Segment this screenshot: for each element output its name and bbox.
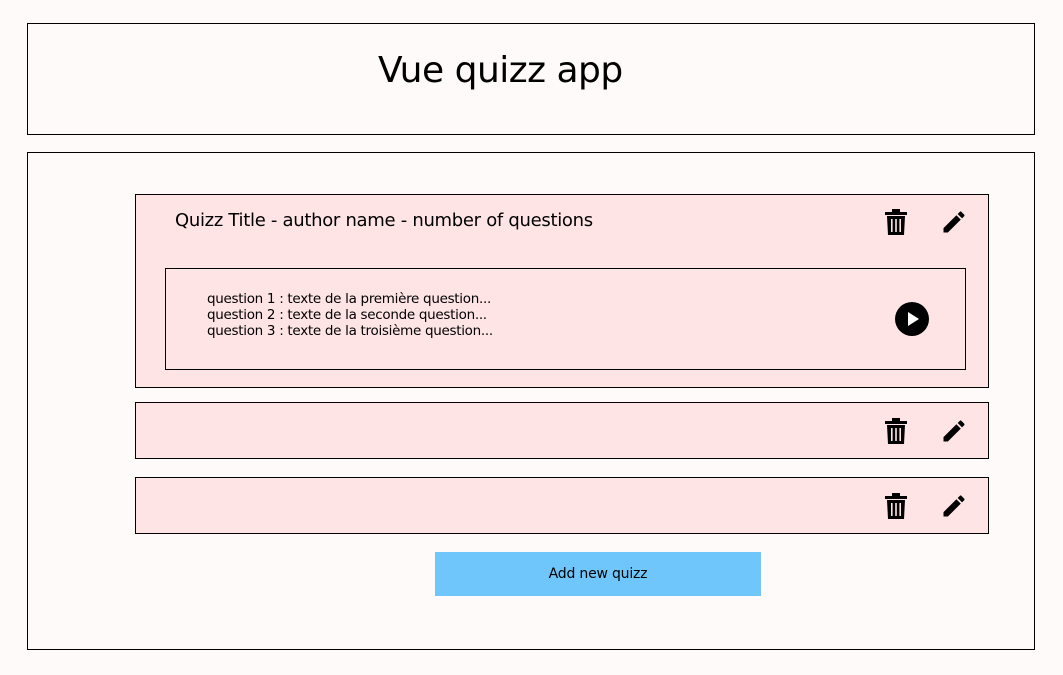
pencil-icon <box>943 420 965 442</box>
app-title: Vue quizz app <box>378 50 623 91</box>
question-item: question 2 : texte de la seconde questio… <box>207 307 487 323</box>
add-quiz-button[interactable]: Add new quizz <box>435 552 761 596</box>
question-list: question 1 : texte de la première questi… <box>207 291 493 339</box>
quiz-card[interactable] <box>135 477 989 534</box>
quiz-title: Quizz Title - author name - number of qu… <box>175 210 593 231</box>
question-item: question 1 : texte de la première questi… <box>207 291 491 307</box>
trash-icon <box>885 418 907 444</box>
delete-quiz-button[interactable] <box>882 492 910 520</box>
delete-quiz-button[interactable] <box>882 417 910 445</box>
pencil-icon <box>943 495 965 517</box>
app-header: Vue quizz app <box>27 23 1035 135</box>
pencil-icon <box>943 211 965 233</box>
edit-quiz-button[interactable] <box>940 208 968 236</box>
trash-icon <box>885 493 907 519</box>
trash-icon <box>885 209 907 235</box>
play-circle-icon <box>895 302 929 336</box>
edit-quiz-button[interactable] <box>940 417 968 445</box>
delete-quiz-button[interactable] <box>882 208 910 236</box>
question-item: question 3 : texte de la troisième quest… <box>207 323 493 339</box>
quiz-list-panel: Quizz Title - author name - number of qu… <box>27 152 1035 650</box>
quiz-card[interactable] <box>135 402 989 459</box>
edit-quiz-button[interactable] <box>940 492 968 520</box>
questions-panel: question 1 : texte de la première questi… <box>165 268 966 370</box>
play-quiz-button[interactable] <box>895 302 929 336</box>
quiz-card[interactable]: Quizz Title - author name - number of qu… <box>135 194 989 388</box>
